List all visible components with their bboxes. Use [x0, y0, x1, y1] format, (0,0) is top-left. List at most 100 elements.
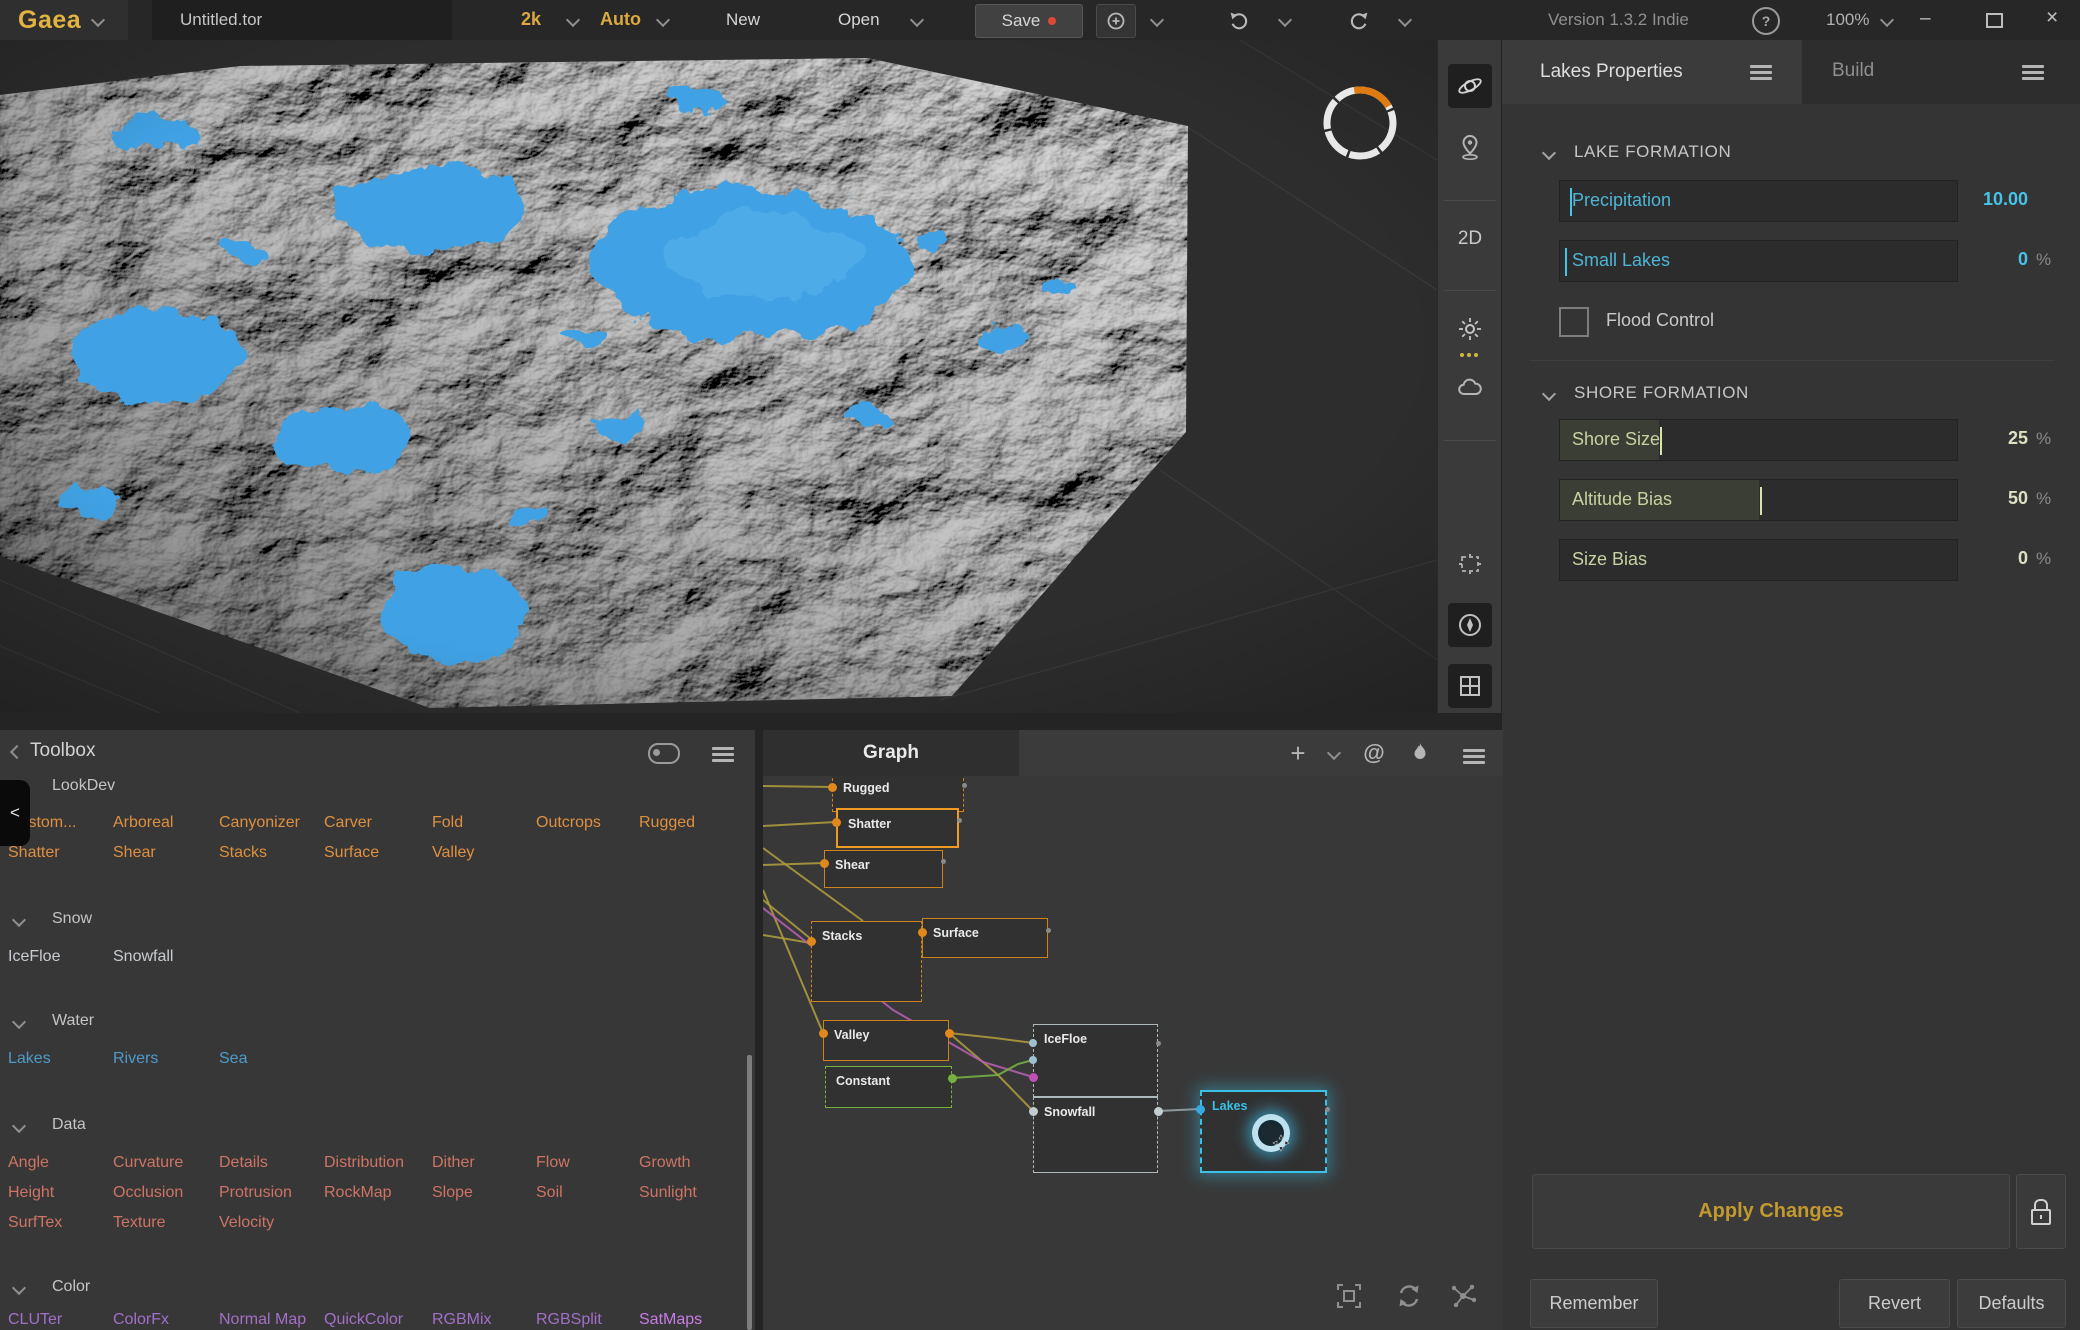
- graph-node-icefloe[interactable]: IceFloe: [1033, 1024, 1158, 1097]
- open-button[interactable]: Open: [838, 10, 880, 30]
- toolbox-item[interactable]: CLUTer: [8, 1311, 62, 1329]
- toolbox-item[interactable]: Soil: [536, 1184, 563, 1202]
- property-field[interactable]: Shore Size25%: [1502, 419, 2080, 461]
- lighting-button[interactable]: [1448, 307, 1492, 351]
- rebuild-button[interactable]: [1391, 1278, 1427, 1314]
- node-port[interactable]: [820, 859, 829, 868]
- save-button[interactable]: Save: [975, 4, 1083, 38]
- remember-button[interactable]: Remember: [1530, 1279, 1658, 1328]
- toolbox-item[interactable]: Growth: [639, 1154, 691, 1172]
- property-slider[interactable]: Precipitation: [1559, 180, 1958, 222]
- compass-button[interactable]: [1448, 603, 1492, 647]
- terrain-3d-viewport[interactable]: [0, 40, 1437, 713]
- maximize-button[interactable]: [1986, 13, 2003, 28]
- property-slider[interactable]: Small Lakes: [1559, 240, 1958, 282]
- node-port[interactable]: [918, 928, 927, 937]
- node-port[interactable]: [1156, 1041, 1161, 1046]
- build-mode-selector[interactable]: Auto: [600, 9, 641, 30]
- toolbox-item[interactable]: Angle: [8, 1154, 49, 1172]
- node-port[interactable]: [832, 818, 841, 827]
- toolbox-item[interactable]: SurfTex: [8, 1214, 62, 1232]
- toolbox-item[interactable]: Dither: [432, 1154, 475, 1172]
- hamburger-menu-icon[interactable]: [712, 744, 734, 765]
- toolbox-item[interactable]: Snowfall: [113, 948, 173, 966]
- lock-button[interactable]: [2016, 1174, 2066, 1249]
- toolbox-item[interactable]: Flow: [536, 1154, 570, 1172]
- property-slider[interactable]: Size Bias: [1559, 539, 1958, 581]
- panel-flyout-handle[interactable]: <: [0, 780, 30, 846]
- node-port[interactable]: [807, 937, 816, 946]
- orbit-view-button[interactable]: [1448, 64, 1492, 108]
- toolbox-item[interactable]: Surface: [324, 844, 379, 862]
- section-lake-formation[interactable]: LAKE FORMATION: [1502, 140, 2080, 168]
- toolbox-item[interactable]: Carver: [324, 814, 372, 832]
- toolbox-item[interactable]: Distribution: [324, 1154, 404, 1172]
- toolbox-item[interactable]: Height: [8, 1184, 54, 1202]
- toolbox-item[interactable]: Sea: [219, 1050, 247, 1068]
- node-port[interactable]: [1029, 1107, 1038, 1116]
- layout-nodes-button[interactable]: [1445, 1278, 1481, 1314]
- tab-lakes-properties[interactable]: Lakes Properties: [1502, 40, 1802, 104]
- node-port[interactable]: [957, 818, 962, 823]
- resolution-selector[interactable]: 2k: [521, 9, 541, 30]
- graph-node-shatter[interactable]: Shatter: [836, 808, 959, 848]
- toolbox-item[interactable]: Occlusion: [113, 1184, 183, 1202]
- fit-graph-button[interactable]: [1331, 1278, 1367, 1314]
- minimize-button[interactable]: –: [1920, 8, 1931, 30]
- chevron-down-icon[interactable]: [1398, 13, 1412, 27]
- graph-node-constant[interactable]: Constant: [825, 1066, 952, 1108]
- revert-button[interactable]: Revert: [1839, 1279, 1950, 1328]
- toolbox-item[interactable]: Arboreal: [113, 814, 173, 832]
- toolbox-scrollbar[interactable]: [747, 1055, 752, 1330]
- add-node-button[interactable]: +: [1283, 739, 1313, 767]
- toolbox-item[interactable]: IceFloe: [8, 948, 60, 966]
- toolbox-item[interactable]: Rivers: [113, 1050, 158, 1068]
- property-field[interactable]: Small Lakes0%: [1502, 240, 2080, 282]
- zoom-level[interactable]: 100%: [1826, 10, 1869, 30]
- app-menu[interactable]: Gaea: [0, 0, 128, 40]
- node-port[interactable]: [819, 1029, 828, 1038]
- toolbox-item[interactable]: Outcrops: [536, 814, 601, 832]
- apply-changes-button[interactable]: Apply Changes: [1532, 1174, 2010, 1249]
- node-port[interactable]: [945, 1029, 954, 1038]
- toolbox-item[interactable]: Protrusion: [219, 1184, 292, 1202]
- toolbox-item[interactable]: Stacks: [219, 844, 267, 862]
- flood-control-row[interactable]: Flood Control: [1559, 307, 1959, 337]
- toolbox-item[interactable]: Shear: [113, 844, 156, 862]
- toolbox-item[interactable]: Curvature: [113, 1154, 183, 1172]
- new-button[interactable]: New: [726, 10, 760, 30]
- node-port[interactable]: [962, 783, 967, 788]
- undo-button[interactable]: [1228, 9, 1250, 31]
- hamburger-menu-icon[interactable]: [1750, 62, 1772, 83]
- chevron-down-icon[interactable]: [566, 13, 580, 27]
- chevron-down-icon[interactable]: [1880, 13, 1894, 27]
- atmosphere-button[interactable]: [1448, 365, 1492, 409]
- toolbox-item[interactable]: Texture: [113, 1214, 165, 1232]
- graph-node-surface[interactable]: Surface: [922, 918, 1048, 958]
- toolbox-category-header[interactable]: Snow: [0, 907, 740, 935]
- graph-tab[interactable]: Graph: [763, 730, 1019, 776]
- section-shore-formation[interactable]: SHORE FORMATION: [1502, 381, 2080, 409]
- hamburger-menu-icon[interactable]: [1463, 746, 1485, 767]
- toolbox-item[interactable]: Rugged: [639, 814, 695, 832]
- toolbox-category-header[interactable]: Color: [0, 1275, 740, 1303]
- flood-control-checkbox[interactable]: [1559, 307, 1589, 337]
- tab-build[interactable]: Build: [1832, 60, 1874, 82]
- graph-node-stacks[interactable]: Stacks: [811, 921, 922, 1002]
- node-port[interactable]: [1325, 1107, 1330, 1112]
- graph-node-shear[interactable]: Shear: [824, 850, 943, 888]
- toolbox-item[interactable]: Fold: [432, 814, 463, 832]
- chevron-down-icon[interactable]: [656, 13, 670, 27]
- toolbox-item[interactable]: Lakes: [8, 1050, 51, 1068]
- toolbox-category-header[interactable]: LookDev: [0, 774, 740, 802]
- toolbox-item[interactable]: Slope: [432, 1184, 473, 1202]
- property-field[interactable]: Altitude Bias50%: [1502, 479, 2080, 521]
- toolbox-item[interactable]: SatMaps: [639, 1311, 702, 1329]
- toolbox-item[interactable]: Velocity: [219, 1214, 274, 1232]
- chevron-left-icon[interactable]: [10, 745, 24, 759]
- toolbox-item[interactable]: QuickColor: [324, 1311, 403, 1329]
- node-port[interactable]: [828, 783, 837, 792]
- add-resource-button[interactable]: [1096, 4, 1136, 38]
- node-port[interactable]: [1196, 1105, 1205, 1114]
- toolbox-category-header[interactable]: Water: [0, 1009, 740, 1037]
